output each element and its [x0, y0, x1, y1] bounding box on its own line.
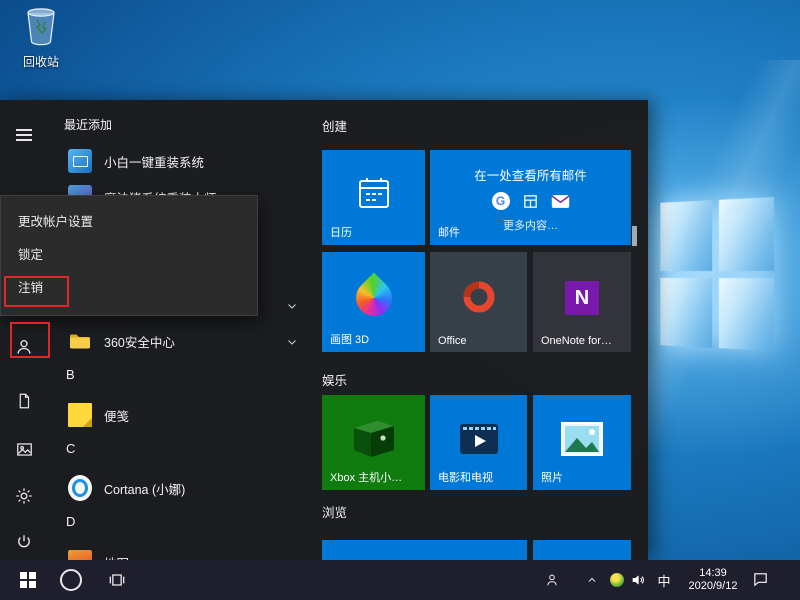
app-item-360[interactable]: 360安全中心 [58, 323, 310, 359]
logo-pane [718, 197, 774, 270]
movies-tv-tile[interactable]: 电影和电视 [430, 395, 527, 490]
clock-date: 2020/9/12 [689, 580, 738, 593]
office-tile-icon [459, 277, 499, 317]
power-button[interactable] [0, 525, 48, 559]
power-icon [15, 533, 33, 551]
recently-added-header: 最近添加 [64, 116, 112, 133]
annotation-user-icon-highlight [10, 322, 50, 358]
tile-label: 画图 3D [330, 331, 369, 347]
task-view-button[interactable] [106, 570, 128, 590]
ime-language-button[interactable]: 中 [652, 560, 676, 600]
photos-tile[interactable]: 照片 [533, 395, 631, 490]
app-label: 便笺 [104, 406, 129, 425]
settings-button[interactable] [0, 479, 48, 513]
office-tile[interactable]: Office [430, 252, 527, 352]
app-item-stickynotes[interactable]: 便笺 [58, 397, 310, 433]
pictures-button[interactable] [0, 432, 48, 466]
action-center-button[interactable] [752, 571, 769, 588]
speaker-icon [630, 572, 646, 588]
tile-group-title-entertainment: 娱乐 [322, 370, 347, 389]
alphabet-header-d[interactable]: D [66, 514, 75, 529]
app-item-cortana[interactable]: Cortana (小娜) [58, 470, 310, 506]
clock-time: 14:39 [699, 567, 727, 580]
documents-button[interactable] [0, 384, 48, 418]
window-icon [522, 193, 539, 210]
xbox-tile[interactable]: Xbox 主机小… [322, 395, 425, 490]
people-tray-button[interactable] [544, 572, 560, 588]
pictures-icon [15, 440, 34, 459]
logo-pane [660, 200, 711, 270]
alphabet-header-c[interactable]: C [66, 441, 75, 456]
recycle-bin-desktop-icon[interactable]: 回收站 [12, 6, 70, 70]
tile-label: Office [438, 335, 467, 347]
envelope-icon [551, 194, 570, 209]
tiles-scrollbar-thumb[interactable] [632, 226, 637, 246]
task-view-icon [107, 570, 127, 590]
tile-label: 邮件 [438, 224, 460, 240]
onenote-tile-icon: N [565, 281, 599, 315]
logo-pane [660, 277, 711, 347]
onenote-tile[interactable]: N OneNote for… [533, 252, 631, 352]
cortana-search-button[interactable] [60, 569, 82, 591]
cortana-icon [68, 475, 92, 501]
tile-group-title-browse: 浏览 [322, 502, 347, 521]
tray-overflow-button[interactable] [586, 574, 598, 586]
app-item-maps[interactable]: 地图 [58, 544, 310, 560]
calendar-tile-icon [354, 173, 394, 213]
logo-pane [718, 278, 774, 351]
xiaobai-app-icon [68, 149, 92, 173]
windows-logo-icon [20, 572, 36, 588]
tile-label: 日历 [330, 224, 352, 240]
start-button[interactable] [8, 560, 48, 600]
sticky-notes-icon [68, 403, 92, 427]
photos-tile-icon [559, 419, 605, 459]
maps-app-icon [68, 550, 92, 560]
menu-expand-button[interactable] [0, 118, 48, 152]
chevron-up-icon [586, 574, 598, 586]
group-chevron-down-icon[interactable] [286, 299, 298, 317]
recycle-bin-icon [24, 6, 58, 46]
app-label: 360安全中心 [104, 332, 175, 351]
tile-label: Xbox 主机小… [330, 469, 402, 485]
browse-tile-small[interactable] [533, 540, 631, 560]
mail-tile[interactable]: 在一处查看所有邮件 G 更多内容… 邮件 [430, 150, 631, 245]
app-label: 地图 [104, 553, 129, 561]
paint3d-tile-icon [348, 273, 399, 324]
paint3d-tile[interactable]: 画图 3D [322, 252, 425, 352]
taskbar: 中 14:39 2020/9/12 [0, 560, 800, 600]
group-chevron-down-icon[interactable] [286, 335, 298, 353]
tile-label: OneNote for… [541, 335, 612, 347]
start-menu: 最近添加 小白一键重装系统 魔法猪系统重装大师 360安全中心 B [0, 100, 648, 560]
document-icon [15, 392, 33, 410]
calendar-tile[interactable]: 日历 [322, 150, 425, 245]
action-center-icon [752, 571, 769, 588]
xbox-console-icon [346, 417, 402, 461]
movies-tv-tile-icon [457, 419, 501, 459]
gear-icon [14, 486, 34, 506]
people-icon [544, 572, 560, 588]
menu-item-change-account-settings[interactable]: 更改帐户设置 [1, 206, 257, 239]
tile-group-title-create: 创建 [322, 116, 347, 135]
tile-label: 电影和电视 [438, 469, 493, 485]
360-folder-icon [68, 329, 92, 353]
google-icon: G [492, 192, 510, 210]
app-label: 小白一键重装系统 [104, 152, 204, 171]
tile-label: 照片 [541, 469, 563, 485]
recycle-bin-label: 回收站 [12, 53, 70, 70]
menu-item-lock[interactable]: 锁定 [1, 239, 257, 272]
annotation-signout-highlight [4, 276, 69, 307]
antivirus-tray-icon[interactable] [610, 573, 624, 587]
taskbar-clock[interactable]: 14:39 2020/9/12 [680, 566, 746, 594]
windows-wallpaper-logo [660, 197, 774, 351]
alphabet-header-b[interactable]: B [66, 367, 75, 382]
app-item-xiaobai[interactable]: 小白一键重装系统 [58, 143, 310, 179]
browse-tile-wide[interactable] [322, 540, 527, 560]
mail-tile-headline: 在一处查看所有邮件 [474, 165, 587, 184]
mail-tile-account-icons: G [492, 192, 570, 210]
volume-button[interactable] [630, 572, 646, 588]
screen: 回收站 [0, 0, 800, 600]
hamburger-icon [16, 126, 32, 144]
app-label: Cortana (小娜) [104, 479, 185, 498]
mail-tile-more-link[interactable]: 更多内容… [503, 217, 558, 233]
